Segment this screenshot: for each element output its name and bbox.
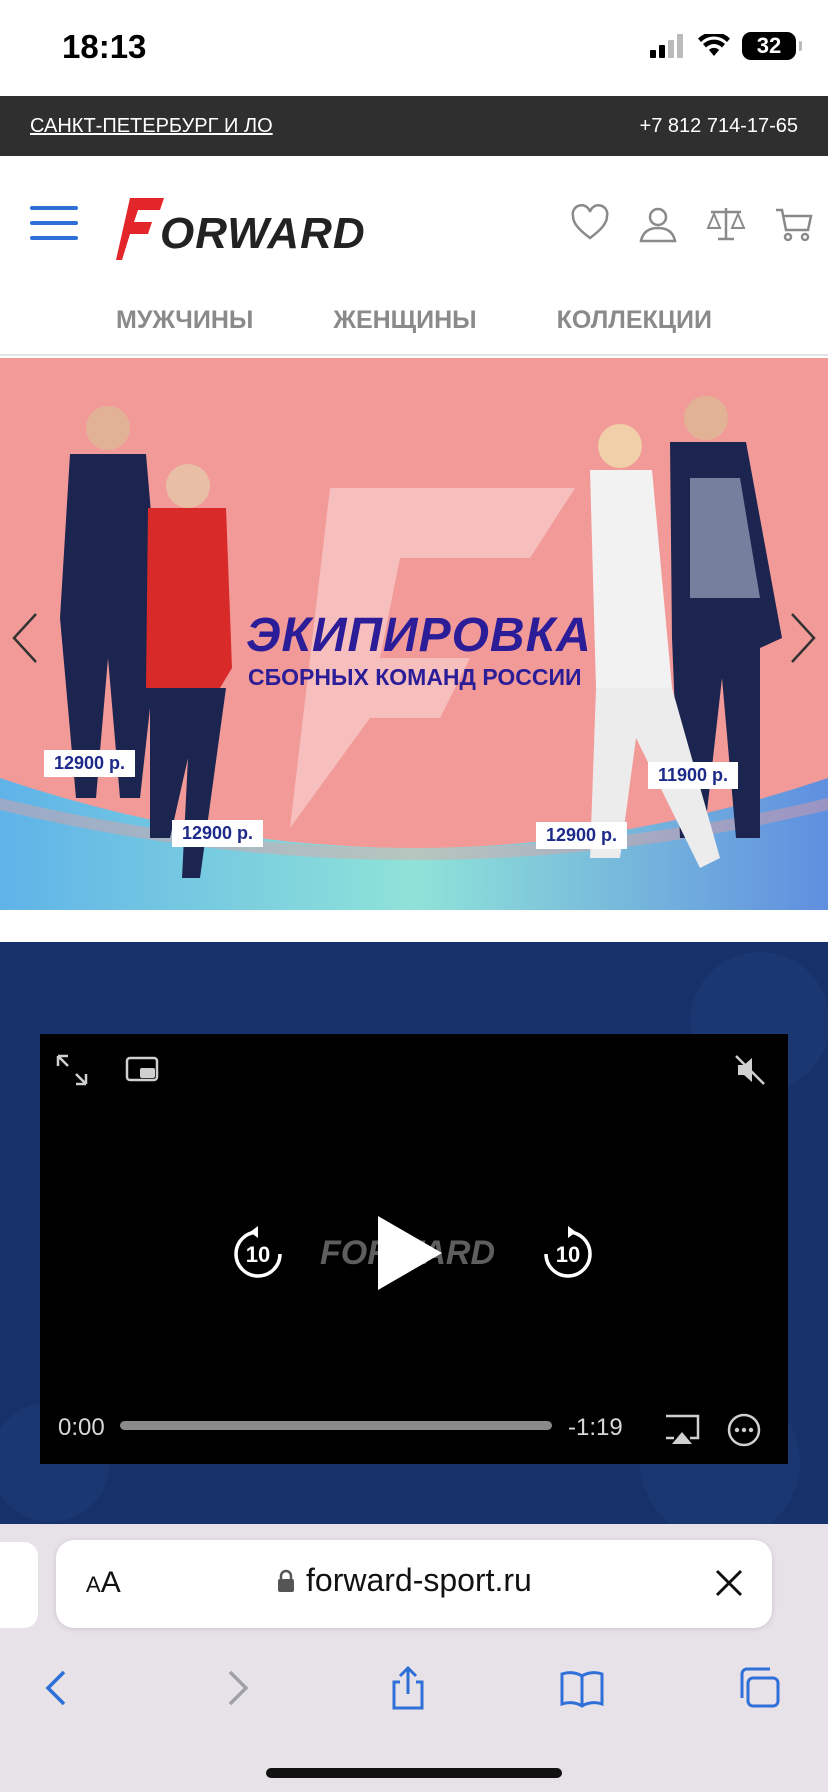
cart-icon[interactable] [774,204,814,244]
main-nav: МУЖЧИНЫ ЖЕНЩИНЫ КОЛЛЕКЦИИ [0,286,828,356]
airplay-icon[interactable] [662,1412,702,1448]
skip-back-icon[interactable]: 10 [230,1226,286,1282]
battery-level: 32 [756,33,782,58]
banner-subtitle: СБОРНЫХ КОМАНД РОССИИ [248,664,582,690]
phone-link[interactable]: +7 812 714-17-65 [640,115,798,138]
top-strip: САНКТ-ПЕТЕРБУРГ И ЛО +7 812 714-17-65 [0,96,828,156]
previous-tab-edge[interactable] [0,1542,38,1628]
banner-title: ЭКИПИРОВКА [246,609,592,662]
chevron-right-icon[interactable] [784,610,820,666]
signal-icon [650,34,683,58]
url-text: forward-sport.ru [306,1562,532,1598]
video-section: FORWARD 10 10 0:00 -1:19 [0,942,828,1524]
nav-item-men[interactable]: МУЖЧИНЫ [116,306,253,335]
forward-icon[interactable] [214,1664,258,1712]
status-icons: 32 [650,32,802,60]
back-icon[interactable] [36,1664,80,1712]
logo-f-mark [116,198,164,260]
fullscreen-icon[interactable] [54,1052,90,1088]
reader-settings-button[interactable]: AA [86,1566,121,1600]
athlete-woman-left [146,464,232,878]
header-icons [570,204,814,244]
picture-in-picture-icon[interactable] [124,1052,160,1088]
mute-icon[interactable] [732,1052,768,1088]
hero-banner[interactable]: ЭКИПИРОВКА СБОРНЫХ КОМАНД РОССИИ 12900 р… [0,358,828,910]
lock-icon [278,1569,294,1592]
url-field[interactable]: forward-sport.ru [276,1562,532,1599]
skip-back-label: 10 [246,1242,270,1267]
user-icon[interactable] [638,204,678,244]
city-link[interactable]: САНКТ-ПЕТЕРБУРГ И ЛО [30,115,273,138]
compare-icon[interactable] [706,204,746,244]
video-progress-bar[interactable] [120,1421,552,1430]
safari-chrome: AA forward-sport.ru [0,1524,828,1792]
price-tag: 12900 р. [172,820,264,847]
logo[interactable]: ORWARD [116,192,366,262]
play-icon[interactable] [372,1212,446,1294]
tabs-icon[interactable] [738,1664,782,1712]
site-header: ORWARD [0,156,828,286]
home-indicator [266,1768,562,1778]
video-center-controls: FORWARD 10 10 [40,1204,788,1294]
safari-toolbar [0,1654,828,1724]
more-options-icon[interactable] [726,1412,762,1448]
address-bar[interactable]: AA forward-sport.ru [56,1540,772,1628]
video-elapsed: 0:00 [58,1414,105,1441]
close-icon[interactable] [712,1566,746,1600]
status-bar: 18:13 32 [0,0,828,96]
nav-item-collections[interactable]: КОЛЛЕКЦИИ [557,306,712,335]
menu-icon[interactable] [30,206,78,240]
bookmarks-icon[interactable] [560,1664,604,1712]
price-tag: 11900 р. [648,762,739,789]
chevron-left-icon[interactable] [8,610,44,666]
share-icon[interactable] [386,1664,430,1712]
video-remaining: -1:19 [568,1414,623,1441]
athlete-man-left [60,406,160,798]
video-player[interactable]: FORWARD 10 10 0:00 -1:19 [40,1034,788,1464]
skip-forward-label: 10 [556,1242,580,1267]
status-time: 18:13 [62,28,147,65]
battery-icon: 32 [742,32,802,60]
heart-icon[interactable] [570,204,610,244]
logo-text: ORWARD [160,209,366,258]
wifi-icon [698,34,730,56]
video-top-controls [54,1052,160,1088]
price-tag: 12900 р. [536,822,628,849]
nav-item-women[interactable]: ЖЕНЩИНЫ [333,306,476,335]
price-tag: 12900 р. [44,750,136,777]
skip-forward-icon[interactable]: 10 [540,1226,596,1282]
